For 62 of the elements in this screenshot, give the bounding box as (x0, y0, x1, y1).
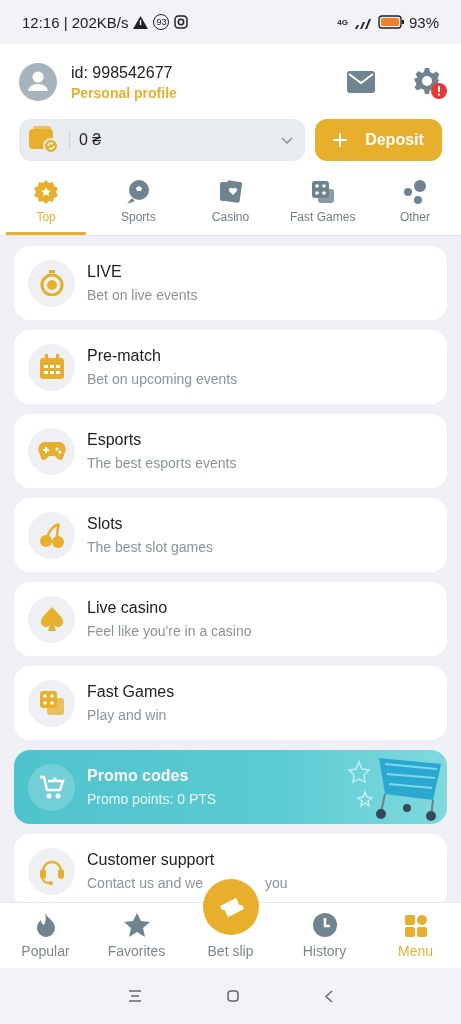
menu-subtitle: Promo points: 0 PTS (87, 791, 217, 807)
nav-tab[interactable]: Favorites (91, 903, 182, 968)
menu-title: Live casino (87, 599, 169, 617)
menu-title: Pre-match (87, 347, 162, 365)
dice-icon (38, 690, 65, 716)
star-icon (123, 913, 150, 937)
balance-selector[interactable]: 0 ₴ (19, 119, 305, 161)
menu-subtitle: The best slot games (87, 539, 214, 555)
playing-cards-icon (217, 179, 244, 205)
flame-icon (35, 913, 56, 937)
home-icon[interactable] (226, 990, 239, 1002)
menu-title: LIVE (87, 263, 123, 281)
wallet-icon (29, 126, 59, 154)
menu-title: Fast Games (87, 683, 175, 701)
camera-icon (174, 15, 189, 29)
menu-subtitle: Play and win (87, 707, 168, 723)
mail-icon[interactable] (347, 71, 375, 93)
category-tab[interactable]: Other (374, 177, 455, 235)
network-type: 4G (337, 17, 348, 27)
menu-subtitle: Bet on upcoming events (87, 371, 238, 387)
nav-tab[interactable]: History (279, 903, 370, 968)
cherries-icon (38, 522, 65, 548)
menu-item[interactable]: Fast Games Play and win (14, 666, 447, 740)
nav-tab[interactable]: Popular (0, 903, 91, 968)
menu-item[interactable]: Customer support Contact us and we you (14, 834, 447, 902)
grid-icon (404, 915, 427, 937)
calendar-icon (38, 354, 65, 380)
dots-icon (401, 179, 428, 205)
gamepad-icon (37, 441, 66, 461)
chevron-down-icon (281, 136, 293, 144)
menu-subtitle: Feel like you're in a casino (87, 623, 252, 639)
cart-icon (38, 774, 65, 800)
menu-subtitle: Contact us and we (87, 875, 203, 891)
menu-title: Esports (87, 431, 143, 449)
stopwatch-icon (39, 270, 64, 296)
menu-item[interactable]: Pre-match Bet on upcoming events (14, 330, 447, 404)
badge-icon (33, 179, 60, 205)
user-id: id: 998542677 (71, 63, 174, 82)
menu-title: Promo codes (87, 767, 190, 785)
menu-title: Customer support (87, 851, 216, 869)
status-time: 12:16 | 202KB/s (22, 13, 129, 31)
spade-icon (39, 606, 64, 632)
dice-icon (309, 179, 336, 205)
warning-icon (133, 15, 149, 29)
menu-subtitle: The best esports events (87, 455, 237, 471)
category-tab[interactable]: Sports (98, 177, 179, 235)
battery-icon (377, 15, 404, 29)
battery-level: 93% (408, 13, 439, 31)
menu-item[interactable]: Esports The best esports events (14, 414, 447, 488)
menu-icon[interactable] (128, 990, 141, 1002)
plus-icon (333, 133, 348, 147)
clock-icon (312, 913, 337, 937)
category-tab[interactable]: Casino (190, 177, 271, 235)
menu-item[interactable]: LIVE Bet on live events (14, 246, 447, 320)
menu-subtitle: Bet on live events (87, 287, 198, 303)
menu-item[interactable]: Slots The best slot games (14, 498, 447, 572)
category-tab[interactable]: Fast Games (282, 177, 363, 235)
menu-item[interactable]: Live casino Feel like you're in a casino (14, 582, 447, 656)
menu-subtitle: you (264, 875, 288, 891)
menu-title: Slots (87, 515, 124, 533)
soccer-ball-icon (125, 179, 152, 205)
back-icon[interactable] (324, 989, 333, 1003)
